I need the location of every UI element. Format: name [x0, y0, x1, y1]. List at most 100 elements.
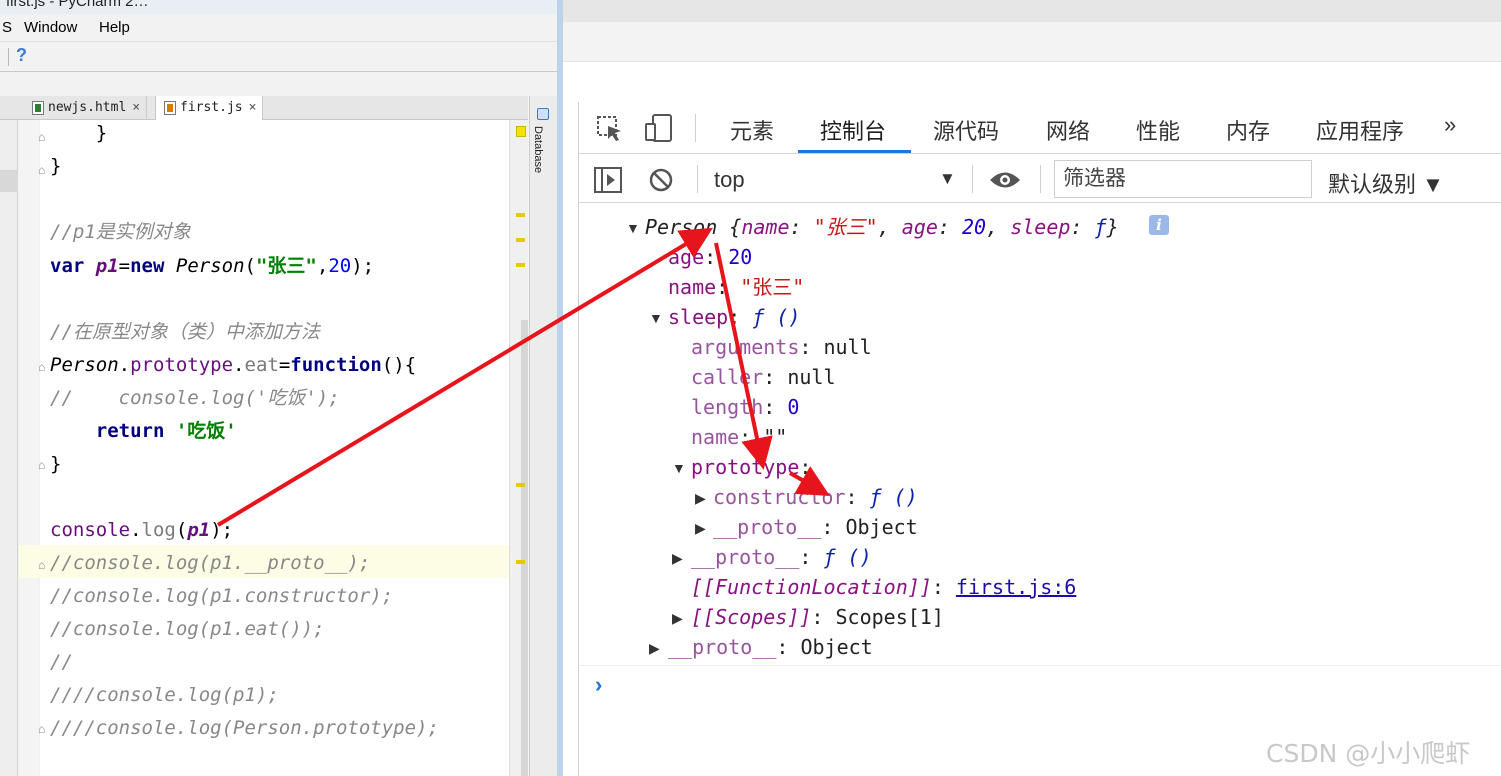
toolbar-separator	[697, 165, 698, 193]
context-selector[interactable]: top	[714, 167, 745, 193]
code-line: return '吃饭'	[50, 420, 237, 442]
show-sidebar-icon[interactable]	[593, 166, 623, 194]
menu-item-s[interactable]: S	[2, 19, 12, 36]
project-selected-row[interactable]	[0, 170, 18, 192]
expand-triangle-closed[interactable]: ▶	[649, 640, 660, 657]
ide-window: first.js - PyCharm 2… S Window Help ? ne…	[0, 0, 563, 776]
inspect-element-icon[interactable]	[595, 114, 625, 144]
scrollbar-thumb[interactable]	[521, 320, 528, 776]
expand-triangle-open[interactable]: ▼	[649, 310, 663, 326]
console-prompt[interactable]: ›	[595, 672, 602, 698]
warning-stripe[interactable]	[516, 263, 525, 267]
menu-item-help[interactable]: Help	[99, 19, 130, 36]
fold-marker[interactable]: ⌂	[38, 130, 45, 144]
property-sleep-proto[interactable]: __proto__: ƒ ()	[691, 544, 872, 570]
project-panel-stub	[0, 96, 18, 776]
chevron-down-icon[interactable]: ▼	[939, 169, 956, 189]
browser-chrome	[563, 0, 1501, 102]
fold-marker[interactable]: ⌂	[38, 722, 45, 736]
browser-toolbar	[563, 22, 1501, 62]
code-line: }	[50, 453, 62, 475]
ide-toolbar: ?	[0, 42, 557, 72]
code-line: //在原型对象（类）中添加方法	[50, 321, 320, 343]
tab-elements[interactable]: 元素	[730, 114, 774, 146]
code-line: ////console.log(p1);	[50, 684, 279, 706]
expand-triangle-closed[interactable]: ▶	[672, 550, 683, 567]
expand-triangle-closed[interactable]: ▶	[672, 610, 683, 627]
warning-stripe[interactable]	[516, 238, 525, 242]
property-function-location: [[FunctionLocation]]: first.js:6	[691, 575, 1077, 599]
property-prototype-proto[interactable]: __proto__: Object	[713, 514, 918, 540]
code-line: var p1=new Person("张三",20);	[50, 255, 375, 277]
property-age: age: 20	[668, 245, 753, 269]
tab-sources[interactable]: 源代码	[933, 114, 999, 146]
tab-label: first.js	[180, 100, 243, 115]
right-tool-strip: Database	[529, 96, 557, 776]
property-scopes[interactable]: [[Scopes]]: Scopes[1]	[691, 604, 944, 630]
property-length: length: 0	[691, 395, 800, 419]
code-line: }	[50, 155, 62, 177]
browser-tab-strip	[563, 0, 1501, 22]
filter-input[interactable]	[1063, 161, 1303, 195]
log-level-dropdown[interactable]: 默认级别 ▼	[1328, 167, 1444, 199]
editor-scrollbar[interactable]	[509, 120, 528, 776]
expand-triangle-open[interactable]: ▼	[672, 460, 686, 476]
eye-icon[interactable]	[988, 169, 1022, 191]
property-prototype[interactable]: prototype:	[691, 454, 823, 480]
console-object-summary[interactable]: Person {name: "张三", age: 20, sleep: ƒ}	[645, 214, 1119, 240]
warning-stripe[interactable]	[516, 213, 525, 217]
property-function-name: name: ""	[691, 425, 788, 449]
warning-stripe[interactable]	[516, 560, 525, 564]
code-line: // console.log('吃饭');	[50, 387, 340, 409]
file-status-icon[interactable]	[516, 126, 526, 137]
tab-memory[interactable]: 内存	[1226, 114, 1270, 146]
code-editor[interactable]	[39, 120, 509, 776]
toolbar-separator	[972, 165, 973, 193]
warning-stripe[interactable]	[516, 483, 525, 487]
code-line: //	[50, 651, 73, 673]
expand-triangle-open[interactable]: ▼	[626, 220, 640, 236]
code-line: //console.log(p1.__proto__);	[50, 552, 371, 574]
close-icon[interactable]: ×	[132, 100, 140, 115]
info-icon[interactable]: i	[1149, 215, 1169, 235]
menu-item-window[interactable]: Window	[24, 19, 77, 36]
fold-marker[interactable]: ⌂	[38, 458, 45, 472]
clear-console-icon[interactable]	[648, 167, 674, 193]
code-line: //console.log(p1.constructor);	[50, 585, 394, 607]
fold-marker[interactable]: ⌂	[38, 360, 45, 374]
tab-first-js[interactable]: first.js ×	[155, 96, 264, 120]
database-icon[interactable]	[537, 108, 549, 120]
close-icon[interactable]: ×	[249, 100, 257, 115]
expand-triangle-closed[interactable]: ▶	[695, 490, 706, 507]
fold-marker[interactable]: ⌂	[38, 163, 45, 177]
editor-tab-bar: newjs.html × first.js ×	[0, 96, 528, 120]
property-caller: caller: null	[691, 365, 836, 389]
ide-menu-bar: S Window Help	[0, 14, 557, 42]
console-divider	[579, 665, 1501, 666]
code-line: //console.log(p1.eat());	[50, 618, 325, 640]
code-line: }	[50, 122, 108, 144]
property-object-proto[interactable]: __proto__: Object	[668, 634, 873, 660]
device-toolbar-icon[interactable]	[643, 112, 675, 144]
more-tabs-icon[interactable]: »	[1444, 112, 1456, 138]
toolbar-separator	[8, 48, 9, 66]
property-constructor[interactable]: constructor: ƒ ()	[713, 484, 918, 510]
expand-triangle-closed[interactable]: ▶	[695, 520, 706, 537]
property-sleep[interactable]: sleep: ƒ ()	[668, 304, 800, 330]
devtools-panel: 元素 控制台 源代码 网络 性能 内存 应用程序 » top ▼ 筛选器 默认级…	[578, 102, 1501, 776]
source-link[interactable]: first.js:6	[956, 575, 1076, 599]
property-name: name: "张三"	[668, 275, 805, 299]
tab-newjs-html[interactable]: newjs.html ×	[24, 96, 148, 120]
tab-console[interactable]: 控制台	[820, 114, 886, 146]
html-file-icon	[32, 101, 44, 115]
console-toolbar: top ▼ 默认级别 ▼	[579, 155, 1501, 203]
tab-performance[interactable]: 性能	[1136, 114, 1180, 146]
code-line: ////console.log(Person.prototype);	[50, 717, 439, 739]
active-tab-indicator	[798, 150, 911, 153]
devtools-tab-bar: 元素 控制台 源代码 网络 性能 内存 应用程序 »	[579, 102, 1501, 154]
database-tool-tab[interactable]: Database	[532, 126, 544, 173]
tab-application[interactable]: 应用程序	[1316, 114, 1404, 146]
help-icon[interactable]: ?	[16, 45, 27, 66]
fold-marker[interactable]: ⌂	[38, 558, 45, 572]
tab-network[interactable]: 网络	[1046, 114, 1090, 146]
